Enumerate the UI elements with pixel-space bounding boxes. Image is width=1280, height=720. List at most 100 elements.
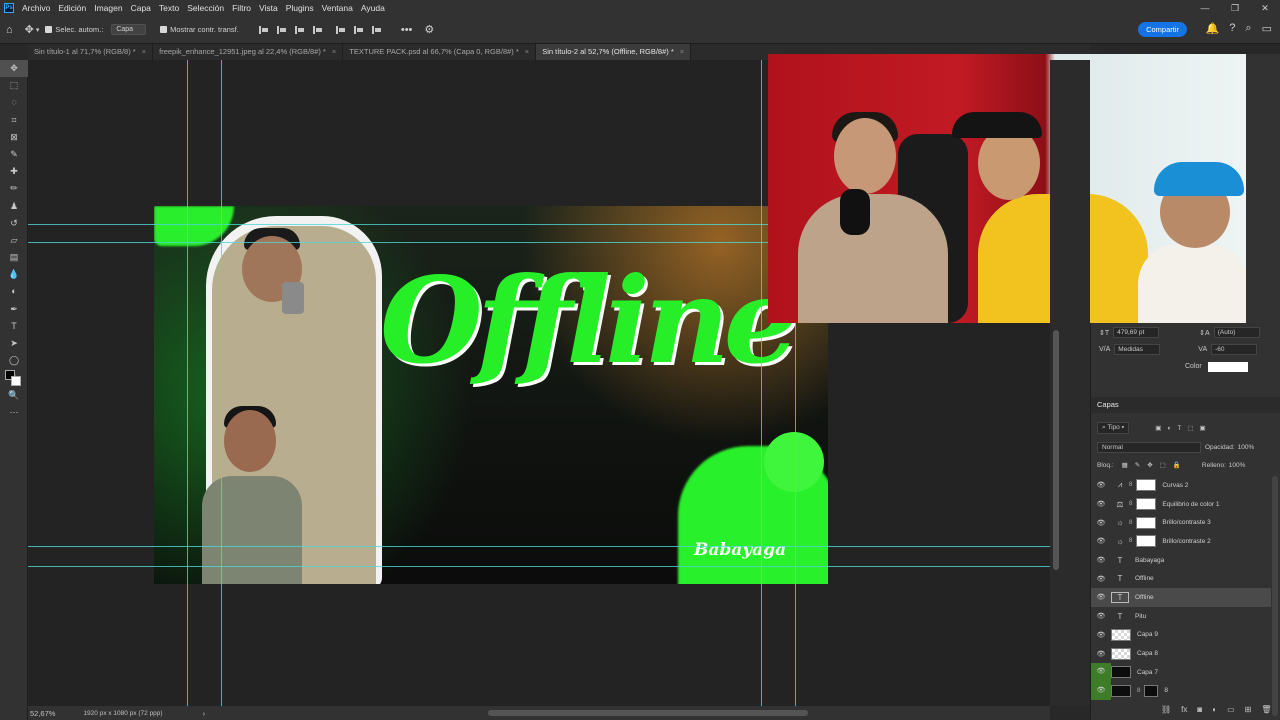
eye-icon[interactable]: 👁 [1091, 593, 1111, 601]
background-color-swatch[interactable] [11, 376, 21, 386]
crop-tool-icon[interactable]: ⌗ [0, 112, 28, 129]
layer-row[interactable]: 👁 Capa 9 [1091, 626, 1271, 645]
auto-select-checkbox[interactable]: Selec. autom.: [45, 25, 103, 34]
menu-texto[interactable]: Texto [159, 3, 179, 13]
history-brush-icon[interactable]: ↺ [0, 215, 28, 232]
chevron-right-icon[interactable]: › [203, 709, 206, 718]
eye-icon[interactable]: 👁 [1091, 612, 1111, 620]
align-center-h-icon[interactable] [276, 25, 286, 34]
restore-icon[interactable]: ❐ [1220, 0, 1250, 16]
distribute-h-icon[interactable] [312, 25, 322, 34]
layer-row[interactable]: 👁 T Pitu [1091, 607, 1271, 626]
kerning-dropdown[interactable]: Medidas [1114, 344, 1161, 355]
tab-document-3[interactable]: TEXTURE PACK.psd al 66,7% (Capa 0, RGB/8… [343, 44, 537, 60]
stamp-tool-icon[interactable]: ♟ [0, 198, 28, 215]
tab-document-1[interactable]: Sin título-1 al 71,7% (RGB/8) * × [28, 44, 154, 60]
auto-select-dropdown[interactable]: Capa [111, 24, 147, 35]
layer-row[interactable]: 👁 ⩘ 8 Curvas 2 [1091, 476, 1271, 495]
menu-seleccion[interactable]: Selección [187, 3, 224, 13]
add-mask-icon[interactable]: ◙ [1197, 705, 1202, 714]
eye-icon[interactable]: 👁 [1091, 500, 1111, 508]
close-tab-icon[interactable]: × [142, 47, 146, 56]
help-icon[interactable]: ? [1229, 22, 1235, 35]
show-transform-checkbox[interactable]: Mostrar contr. transf. [160, 25, 239, 34]
babayaga-signature-text[interactable]: Babayaga [694, 540, 786, 560]
gear-icon[interactable]: ⚙ [424, 23, 434, 36]
menu-archivo[interactable]: Archivo [22, 3, 50, 13]
eye-icon[interactable]: 👁 [1091, 681, 1111, 701]
workspace-icon[interactable]: ▭ [1262, 22, 1272, 35]
layer-row[interactable]: 👁 T Offline [1091, 569, 1271, 588]
align-right-icon[interactable] [294, 25, 304, 34]
minimize-icon[interactable]: — [1190, 0, 1220, 16]
menu-imagen[interactable]: Imagen [94, 3, 122, 13]
align-top-icon[interactable] [335, 25, 345, 34]
guide-horizontal[interactable] [28, 566, 1050, 567]
opacity-input[interactable]: 100% [1238, 444, 1255, 451]
new-layer-icon[interactable]: ⊞ [1245, 705, 1252, 714]
shape-tool-icon[interactable]: ◯ [0, 352, 28, 369]
home-icon[interactable]: ⌂ [6, 24, 13, 36]
guide-horizontal[interactable] [28, 546, 1050, 547]
close-icon[interactable]: ✕ [1250, 0, 1280, 16]
close-tab-icon[interactable]: × [332, 47, 336, 56]
eyedropper-tool-icon[interactable]: ✎ [0, 146, 28, 163]
pen-tool-icon[interactable]: ✒ [0, 301, 28, 318]
layer-row[interactable]: 👁 Capa 7 [1091, 662, 1271, 682]
menu-capa[interactable]: Capa [131, 3, 151, 13]
align-middle-icon[interactable] [353, 25, 363, 34]
vertical-scroll-thumb[interactable] [1053, 330, 1059, 570]
eye-icon[interactable]: 👁 [1091, 662, 1111, 682]
menu-filtro[interactable]: Filtro [232, 3, 251, 13]
layer-row[interactable]: 👁 ☼ 8 Brillo/contraste 2 [1091, 532, 1271, 551]
menu-edicion[interactable]: Edición [58, 3, 86, 13]
chevron-down-icon[interactable]: ▾ [36, 26, 40, 34]
frame-tool-icon[interactable]: ⊠ [0, 129, 28, 146]
menu-ayuda[interactable]: Ayuda [361, 3, 385, 13]
filter-icons[interactable]: ▣◐T⬚▣ [1155, 424, 1211, 432]
eye-icon[interactable]: 👁 [1091, 631, 1111, 639]
horizontal-scroll-thumb[interactable] [488, 710, 808, 716]
zoom-tool-icon[interactable]: 🔍 [0, 387, 28, 404]
type-tool-icon[interactable]: T [0, 318, 28, 335]
checkbox-box[interactable] [160, 26, 168, 33]
leading-input[interactable]: 479,69 pt [1113, 327, 1160, 338]
layer-row[interactable]: 👁 ☼ 8 Brillo/contraste 3 [1091, 513, 1271, 532]
fill-input[interactable]: 100% [1229, 462, 1246, 469]
adjustment-icon[interactable]: ◐ [1212, 705, 1217, 714]
search-icon[interactable]: ⌕ [1245, 22, 1251, 35]
layer-filter-dropdown[interactable]: ⌕ Tipo ▾ [1097, 422, 1130, 434]
tracking-input[interactable]: -60 [1211, 344, 1258, 355]
share-button[interactable]: Compartir [1138, 22, 1187, 37]
line-height-input[interactable]: (Auto) [1213, 327, 1260, 338]
guide-vertical[interactable] [221, 60, 222, 706]
eye-icon[interactable]: 👁 [1091, 519, 1111, 527]
lasso-tool-icon[interactable]: ◌ [0, 94, 28, 111]
offline-title-text[interactable]: Offline [380, 262, 799, 380]
align-bottom-icon[interactable] [371, 25, 381, 34]
tab-document-4[interactable]: Sin título-2 al 52,7% (Offline, RGB/8#) … [536, 44, 692, 60]
layers-scrollbar[interactable] [1272, 476, 1278, 716]
healing-brush-icon[interactable]: ✚ [0, 163, 28, 180]
close-tab-icon[interactable]: × [525, 47, 529, 56]
zoom-level[interactable]: 52,67% [30, 709, 55, 718]
more-options-icon[interactable]: ••• [401, 24, 413, 36]
eye-icon[interactable]: 👁 [1091, 537, 1111, 545]
gradient-tool-icon[interactable]: ▤ [0, 249, 28, 266]
lock-icons[interactable]: ▦✎✥⬚🔒 [1122, 461, 1188, 469]
fx-icon[interactable]: fx [1181, 705, 1187, 714]
eye-icon[interactable]: 👁 [1091, 575, 1111, 583]
close-tab-icon[interactable]: × [680, 47, 684, 56]
tab-document-2[interactable]: freepik_enhance_12951.jpeg al 22,4% (RGB… [153, 44, 344, 60]
checkbox-box[interactable] [45, 26, 53, 33]
brush-tool-icon[interactable]: ✏ [0, 180, 28, 197]
layer-row[interactable]: 👁 8 8 [1091, 681, 1271, 701]
align-left-icon[interactable] [258, 25, 268, 34]
layer-row[interactable]: 👁 T Babayaga [1091, 551, 1271, 570]
bell-icon[interactable]: 🔔 [1206, 22, 1220, 35]
layers-panel-title[interactable]: Capas [1097, 400, 1119, 409]
eye-icon[interactable]: 👁 [1091, 556, 1111, 564]
eraser-tool-icon[interactable]: ▱ [0, 232, 28, 249]
layer-row[interactable]: 👁 ⚖ 8 Equilibrio de color 1 [1091, 495, 1271, 514]
move-tool-icon[interactable]: ✥ [25, 23, 34, 36]
